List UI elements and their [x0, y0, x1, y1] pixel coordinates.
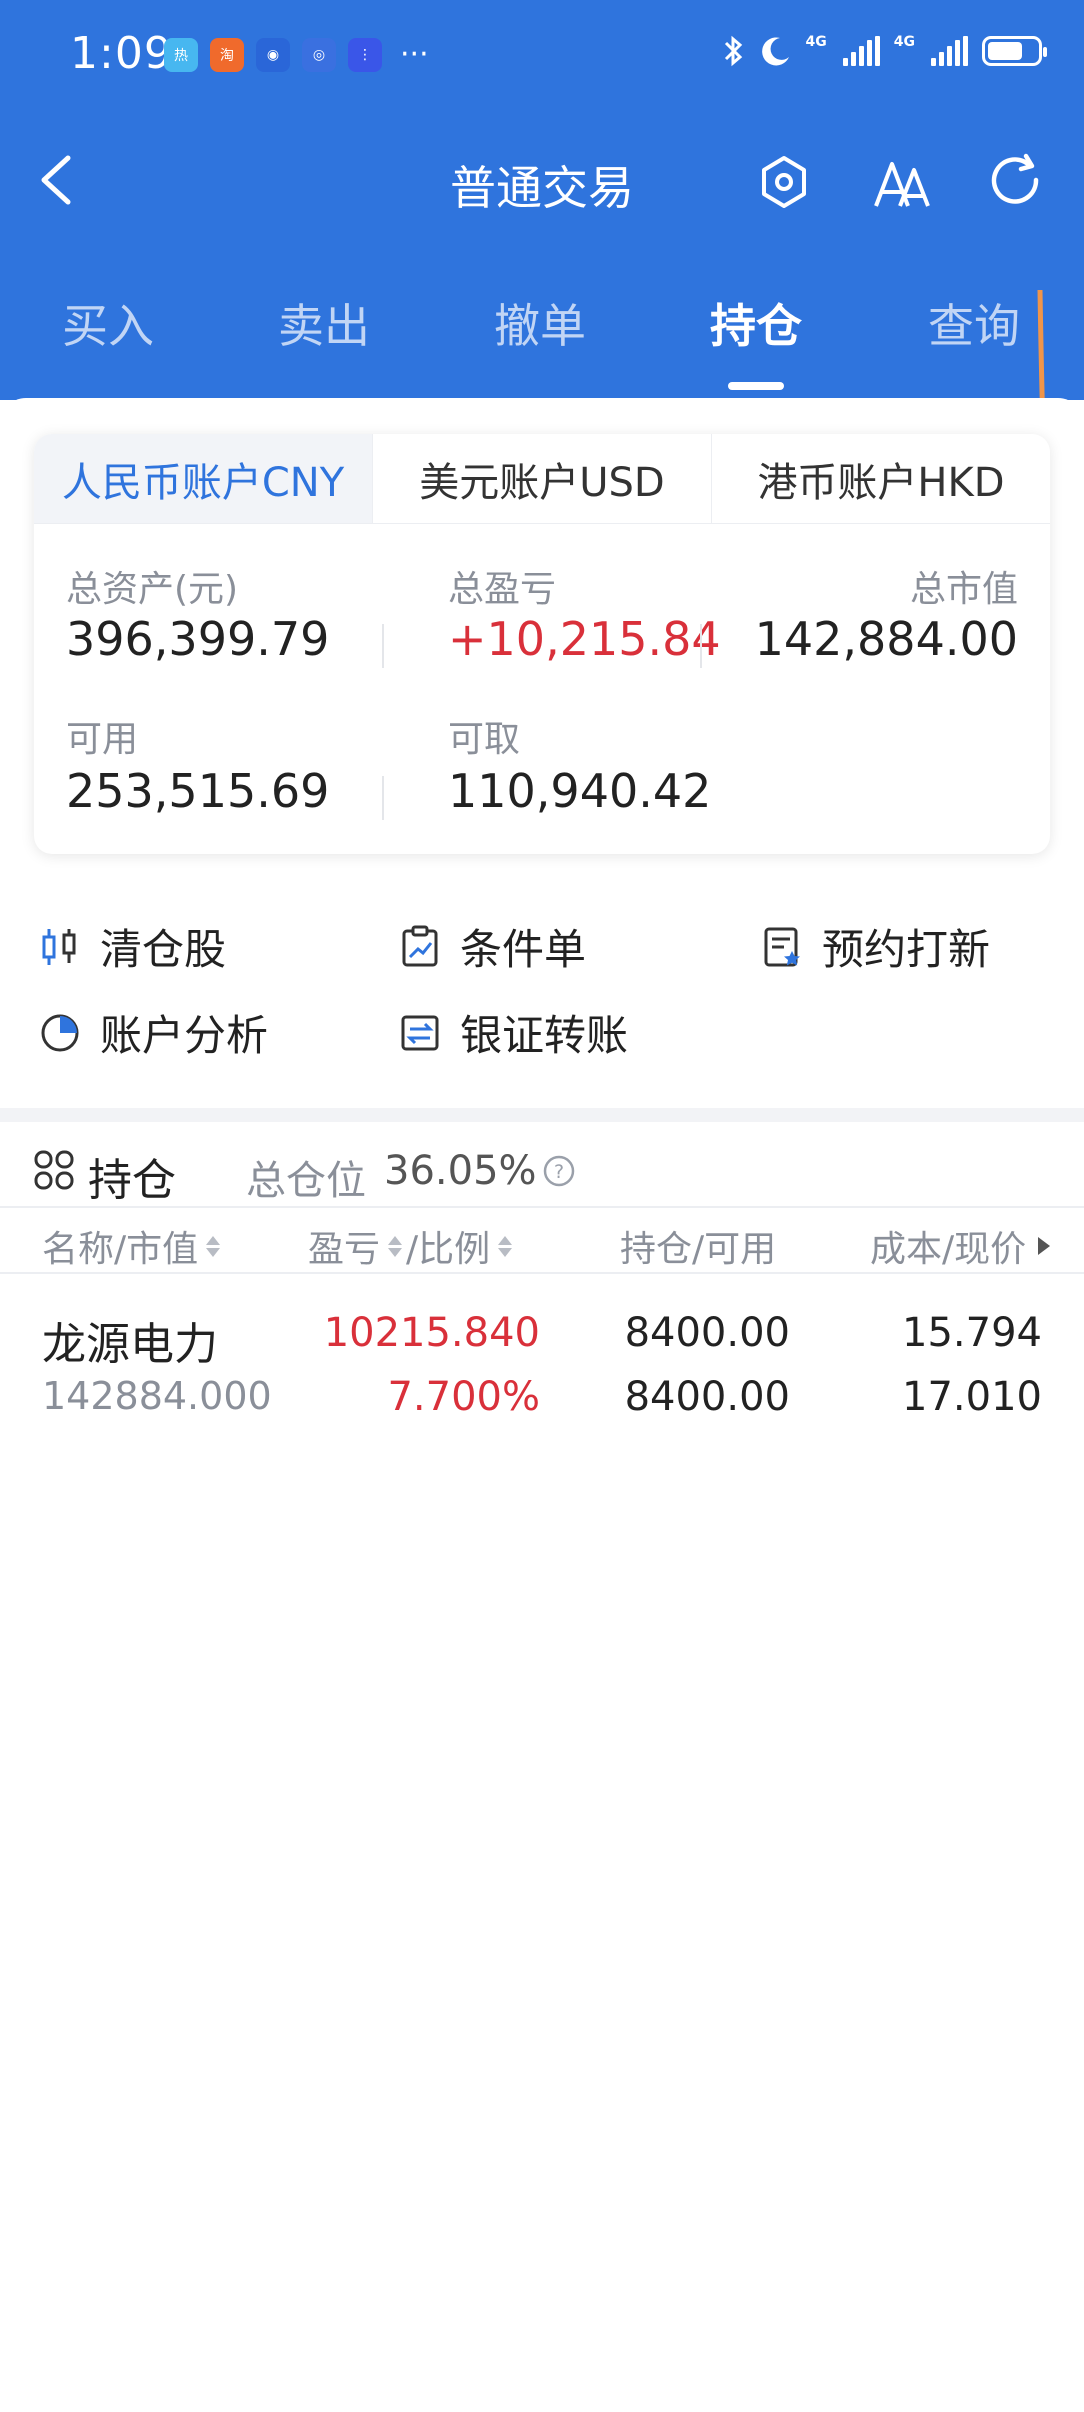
tab-query[interactable]: 查询: [904, 290, 1044, 356]
grid-icon: [34, 1150, 74, 1190]
font-size-icon[interactable]: [870, 150, 934, 214]
status-time: 1:09: [70, 28, 173, 79]
moon-icon: [761, 37, 789, 66]
quick-action-conditional-order[interactable]: 条件单: [398, 916, 586, 977]
network-type-1: 4G: [805, 34, 827, 50]
positions-header: 持仓 总仓位 36.05% ?: [0, 1126, 1084, 1206]
withdrawable-value: 110,940.42: [448, 764, 712, 818]
stock-market-value: 142884.000: [42, 1374, 272, 1418]
quick-action-label: 银证转账: [460, 1011, 629, 1060]
column-pnl[interactable]: 盈亏 /比例: [308, 1220, 513, 1272]
stock-pnl: 10215.840: [323, 1310, 540, 1356]
more-notifications-icon: ···: [400, 37, 429, 72]
sort-icon: [388, 1235, 403, 1257]
stock-cost: 15.794: [902, 1310, 1042, 1356]
svg-text:?: ?: [554, 1161, 564, 1183]
quick-action-label: 预约打新: [822, 925, 991, 974]
active-tab-indicator: [728, 382, 784, 390]
positions-title: 持仓: [88, 1155, 176, 1206]
status-notification-icons: 热 淘 ◉ ◎ ⋮ ···: [164, 38, 429, 72]
scroll-right-arrow-icon: [1038, 1237, 1051, 1255]
total-assets-value: 396,399.79: [66, 612, 330, 666]
stock-price: 17.010: [902, 1374, 1042, 1420]
stock-holding: 8400.00: [624, 1310, 790, 1356]
withdrawable-label: 可取: [448, 719, 521, 760]
total-assets-label: 总资产(元): [66, 569, 239, 610]
column-cost-price[interactable]: 成本/现价: [870, 1220, 1051, 1272]
divider: [382, 624, 384, 668]
account-summary-card: 人民币账户CNY 美元账户USD 港币账户HKD 总资产(元) 396,399.…: [34, 434, 1050, 854]
positions-table-header: 名称/市值 盈亏 /比例 持仓/可用 成本/现价: [0, 1206, 1084, 1274]
quick-action-account-analysis[interactable]: 账户分析: [38, 1002, 268, 1063]
quick-action-ipo-subscribe[interactable]: 预约打新: [760, 916, 990, 977]
voice-icon: ⋮: [348, 38, 382, 72]
settings-hexagon-icon[interactable]: [752, 150, 816, 214]
total-pnl-label: 总盈亏: [448, 569, 557, 610]
taobao-icon: 淘: [210, 38, 244, 72]
tab-usd-account[interactable]: 美元账户USD: [373, 434, 712, 523]
stock-available: 8400.00: [624, 1374, 790, 1420]
candlestick-icon: [42, 928, 76, 965]
table-row[interactable]: 龙源电力 142884.000 10215.840 7.700% 8400.00…: [0, 1278, 1084, 1428]
market-value-label: 总市值: [909, 569, 1018, 610]
document-star-icon: [764, 927, 800, 966]
column-name-market-value[interactable]: 名称/市值: [42, 1220, 221, 1272]
quick-action-bank-transfer[interactable]: 银证转账: [398, 1002, 628, 1063]
tab-positions[interactable]: 持仓: [686, 290, 826, 356]
available-label: 可用: [66, 719, 139, 760]
currency-tabs: 人民币账户CNY 美元账户USD 港币账户HKD: [34, 434, 1050, 524]
trade-tabs: 买入 卖出 撤单 持仓 查询: [0, 290, 1084, 400]
refresh-icon[interactable]: [984, 150, 1048, 214]
clipboard-chart-icon: [402, 925, 438, 966]
status-bar: 1:09 热 淘 ◉ ◎ ⋮ ··· 4G 4G: [0, 0, 1084, 110]
app-3-icon: ◉: [256, 38, 290, 72]
position-ratio-value: 36.05%: [384, 1148, 537, 1194]
column-holding-available[interactable]: 持仓/可用: [620, 1220, 776, 1272]
quick-action-label: 账户分析: [100, 1011, 269, 1060]
quick-action-clear-positions[interactable]: 清仓股: [38, 916, 226, 977]
divider: [382, 776, 384, 820]
app-header: 1:09 热 淘 ◉ ◎ ⋮ ··· 4G 4G 普通交易 买入 卖出 撤单 持…: [0, 0, 1084, 400]
sort-icon: [498, 1235, 513, 1257]
bluetooth-icon: [724, 35, 742, 67]
transfer-icon: [401, 1015, 439, 1050]
available-value: 253,515.69: [66, 764, 330, 818]
tab-cny-account[interactable]: 人民币账户CNY: [34, 434, 373, 523]
stock-name: 龙源电力: [42, 1319, 218, 1370]
app-1-icon: 热: [164, 38, 198, 72]
market-value-value: 142,884.00: [754, 612, 1018, 666]
divider: [700, 624, 702, 668]
quick-action-label: 条件单: [460, 925, 587, 974]
pie-chart-icon: [41, 1014, 79, 1051]
section-separator: [0, 1108, 1084, 1122]
tab-sell[interactable]: 卖出: [254, 290, 394, 356]
navigation-bar: 普通交易: [0, 130, 1084, 230]
tab-buy[interactable]: 买入: [38, 290, 178, 356]
help-icon[interactable]: ?: [542, 1154, 576, 1188]
browser-icon: ◎: [302, 38, 336, 72]
tab-cancel-order[interactable]: 撤单: [470, 290, 610, 356]
sort-icon: [206, 1235, 221, 1257]
signal-2-icon: [931, 36, 968, 66]
signal-1-icon: [842, 36, 880, 66]
status-system-icons: 4G 4G: [722, 34, 1047, 68]
position-ratio-label: 总仓位: [246, 1158, 366, 1204]
battery-icon: [982, 36, 1047, 66]
stock-pnl-ratio: 7.700%: [387, 1374, 540, 1420]
tab-hkd-account[interactable]: 港币账户HKD: [712, 434, 1050, 523]
quick-action-label: 清仓股: [100, 925, 227, 974]
network-type-2: 4G: [893, 34, 915, 50]
total-pnl-value: +10,215.84: [448, 612, 721, 666]
main-content: 人民币账户CNY 美元账户USD 港币账户HKD 总资产(元) 396,399.…: [0, 398, 1084, 2412]
